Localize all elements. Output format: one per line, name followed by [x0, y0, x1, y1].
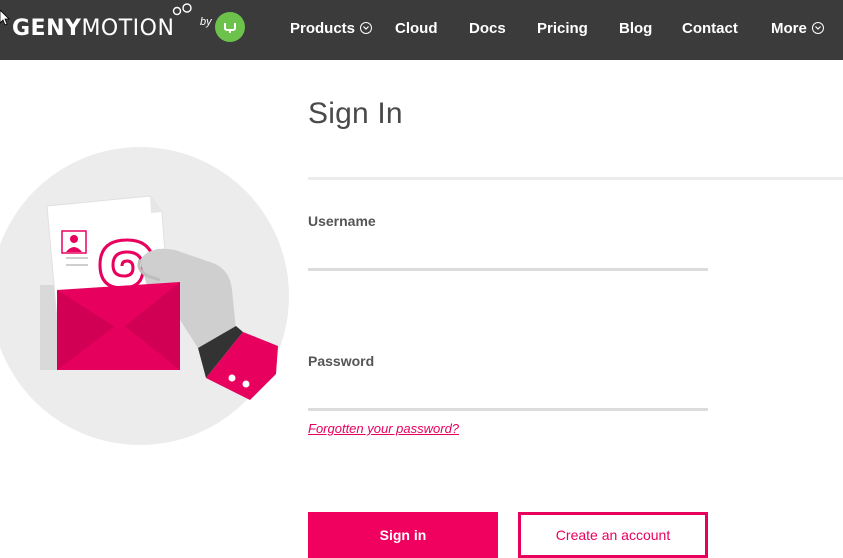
nav-pricing[interactable]: Pricing — [537, 17, 588, 39]
password-label: Password — [308, 353, 375, 369]
main-nav: Products Cloud Docs Pricing Blog Contact… — [0, 0, 843, 60]
username-label: Username — [308, 213, 376, 229]
nav-docs[interactable]: Docs — [469, 17, 506, 39]
chevron-down-icon — [811, 22, 824, 34]
chevron-down-icon — [360, 22, 373, 34]
nav-blog-label: Blog — [619, 19, 653, 37]
password-input[interactable] — [308, 378, 708, 411]
sign-in-button[interactable]: Sign in — [308, 512, 498, 558]
title-divider — [308, 177, 843, 180]
top-navigation-bar: GENYMOTION by Products Cloud Docs Pricin… — [0, 0, 843, 60]
nav-products-label: Products — [290, 19, 356, 37]
nav-cloud[interactable]: Cloud — [395, 17, 438, 39]
nav-products[interactable]: Products — [290, 17, 373, 39]
create-account-button[interactable]: Create an account — [518, 512, 708, 558]
nav-contact[interactable]: Contact — [682, 17, 738, 39]
nav-more-label: More — [771, 19, 807, 37]
nav-contact-label: Contact — [682, 19, 738, 37]
page-title: Sign In — [308, 97, 403, 130]
forgot-password-link[interactable]: Forgotten your password? — [308, 421, 459, 436]
nav-cloud-label: Cloud — [395, 19, 438, 37]
nav-blog[interactable]: Blog — [619, 17, 652, 39]
nav-docs-label: Docs — [469, 19, 506, 37]
nav-more[interactable]: More — [771, 17, 824, 39]
fingerprint-envelope-illustration — [0, 147, 289, 445]
username-input[interactable] — [308, 238, 708, 271]
nav-pricing-label: Pricing — [537, 19, 588, 37]
